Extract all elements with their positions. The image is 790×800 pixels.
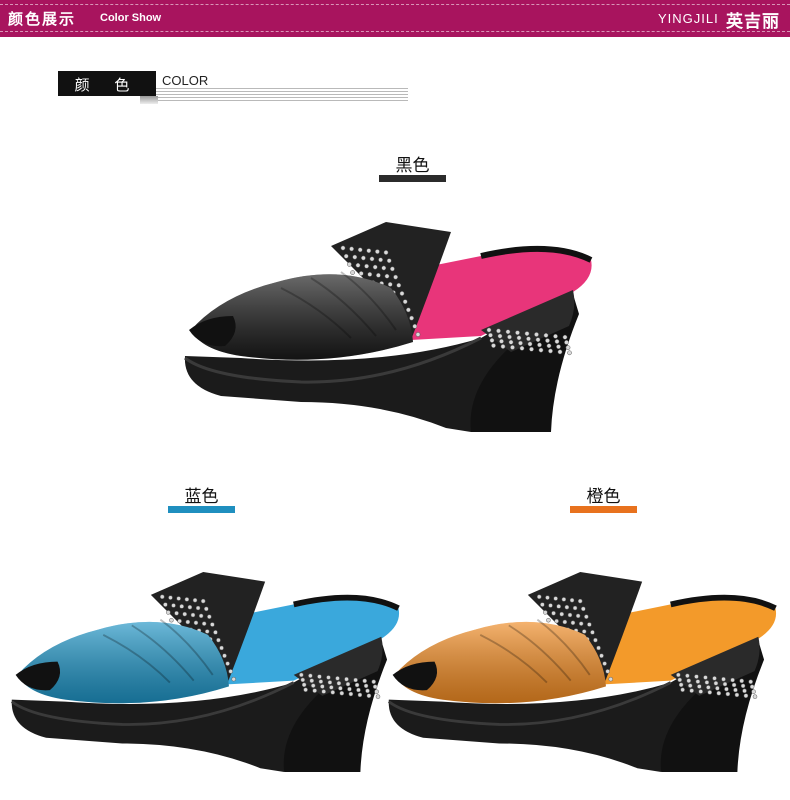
section-heading-box: 颜 色: [58, 71, 156, 96]
color-label-blue: 蓝色: [184, 487, 219, 507]
header-stitch-bottom: [0, 31, 790, 32]
header-title-cn: 颜色展示: [8, 10, 77, 28]
section-heading-en: COLOR: [162, 73, 209, 88]
color-label-black: 黑色: [395, 156, 430, 176]
color-label-orange: 橙色: [586, 487, 621, 507]
color-swatch-blue: [168, 506, 235, 513]
header-bar: 颜色展示 Color Show YINGJILI 英吉丽: [0, 0, 790, 37]
shoe-image-black: [184, 222, 593, 432]
section-decor-lines: [140, 88, 408, 102]
shoe-image-orange: [387, 572, 777, 773]
brand-name-en: YINGJILI: [658, 11, 719, 26]
color-swatch-black: [379, 175, 446, 182]
header-title-en: Color Show: [100, 12, 162, 24]
color-swatch-orange: [570, 506, 637, 513]
header-stitch-top: [0, 4, 790, 5]
brand-name-cn: 英吉丽: [726, 12, 780, 32]
section-heading-cn: 颜 色: [74, 76, 140, 94]
shoe-image-blue: [10, 572, 400, 773]
section-decor-shadow: [140, 96, 158, 104]
